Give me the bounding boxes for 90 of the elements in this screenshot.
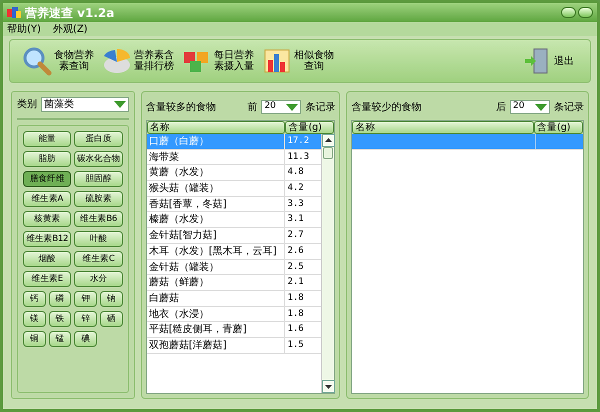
- nutrient-button[interactable]: 锌: [74, 311, 98, 327]
- table-cell: 蘑菇（鲜蘑）: [146, 275, 286, 290]
- scrollbar[interactable]: [321, 134, 334, 393]
- nutrient-button[interactable]: 膳食纤维: [23, 171, 72, 187]
- table-cell-text: 3.3: [286, 198, 305, 211]
- nutrient-button[interactable]: 锰: [48, 331, 72, 347]
- nutrient-button[interactable]: 碳水化合物: [74, 151, 123, 167]
- nutrient-button[interactable]: 维生素E: [23, 271, 72, 287]
- nutrient-button[interactable]: 叶酸: [74, 231, 123, 247]
- caret-icon: [114, 100, 126, 109]
- toolbar-button[interactable]: 相似食物查询: [262, 46, 334, 76]
- table-cell-text: 2.7: [286, 229, 305, 242]
- table-cell-text: 1.6: [286, 323, 305, 336]
- count-dropdown[interactable]: 20: [510, 100, 550, 114]
- pie-chart-icon: [102, 46, 132, 76]
- nutrient-button[interactable]: 铁: [48, 311, 72, 327]
- table-cell: 香菇[香蕈，冬菇]: [146, 196, 286, 212]
- nutrient-button[interactable]: 碘: [74, 331, 98, 347]
- nutrient-button[interactable]: 磷: [48, 291, 72, 307]
- nutrient-button[interactable]: 维生素C: [74, 251, 123, 267]
- toolbar-button[interactable]: 食物营养素查询: [22, 46, 94, 76]
- count-label: 前: [247, 100, 258, 114]
- table-cell: 木耳（水发）[黑木耳，云耳]: [146, 244, 286, 258]
- table-cell-text: 1.5: [286, 338, 305, 352]
- nutrient-button[interactable]: 硒: [100, 311, 123, 327]
- table-cell-text: 4.8: [286, 166, 305, 180]
- count-label: 条记录: [554, 100, 584, 114]
- table-cell: 白蘑菇: [146, 290, 286, 306]
- table-cell: 海带菜: [146, 150, 286, 164]
- table-cell: 平菇[糙皮侧耳，青蘑]: [146, 322, 286, 337]
- table-cell: 猴头菇（罐装）: [146, 181, 286, 196]
- category-dropdown[interactable]: 菌藻类: [41, 97, 129, 112]
- table-cell: 地衣（水浸）: [146, 306, 286, 322]
- count-label: 后: [496, 100, 506, 114]
- table-cell: 金针菇[智力菇]: [146, 228, 286, 243]
- exit-button[interactable]: 退出: [524, 47, 574, 75]
- column-header[interactable]: 名称: [146, 121, 286, 134]
- table-cell-text: 4.2: [286, 182, 305, 196]
- toolbar-button[interactable]: 营养素含量排行榜: [102, 46, 174, 76]
- table-cell-text: 2.6: [286, 244, 305, 258]
- count-dropdown[interactable]: 20: [261, 100, 302, 114]
- minimize-button[interactable]: [561, 7, 576, 18]
- nutrient-button[interactable]: 维生素B12: [23, 231, 72, 247]
- exit-door-icon: [524, 47, 550, 75]
- nutrient-button[interactable]: 胆固醇: [74, 171, 123, 187]
- nutrient-button[interactable]: 能量: [23, 131, 72, 147]
- app-icon: [7, 6, 21, 18]
- category-label: 类别: [17, 98, 37, 112]
- table-cell-text: 11.3: [286, 150, 310, 164]
- table-cell: 双孢蘑菇[洋蘑菇]: [146, 338, 286, 353]
- window-title: 营养速查 v1.2a: [25, 4, 114, 22]
- nutrient-button[interactable]: 维生素A: [23, 191, 72, 207]
- column-header[interactable]: 名称: [352, 121, 534, 134]
- scroll-up-icon[interactable]: [322, 134, 336, 147]
- nutrient-button[interactable]: 钾: [74, 291, 98, 307]
- menu-item[interactable]: 外观(Z): [52, 22, 88, 36]
- toolbar-button[interactable]: 每日营养素摄入量: [182, 46, 254, 76]
- magnifier-icon: [22, 46, 52, 76]
- table-cell-text: 2.5: [286, 260, 305, 274]
- count-label: 条记录: [305, 100, 336, 114]
- panel-title: 含量较多的食物: [146, 100, 216, 114]
- panel-title: 含量较少的食物: [351, 100, 422, 114]
- menu-item[interactable]: 帮助(Y): [7, 22, 41, 36]
- column-header[interactable]: 含量(g): [285, 121, 334, 134]
- nutrient-button[interactable]: 维生素B6: [74, 211, 123, 227]
- table-cell-text: 1.8: [286, 308, 305, 321]
- table-cell-text: 3.1: [286, 213, 305, 226]
- close-button[interactable]: [578, 7, 593, 18]
- table-cell-text: 17.2: [286, 135, 310, 148]
- nutrient-button[interactable]: 烟酸: [23, 251, 72, 267]
- table-cell-text: 2.1: [286, 276, 305, 290]
- caret-icon: [535, 102, 547, 112]
- nutrient-button[interactable]: 镁: [23, 311, 46, 327]
- nutrient-button[interactable]: 蛋白质: [74, 131, 123, 147]
- nutrient-button[interactable]: 核黄素: [23, 211, 72, 227]
- nutrient-button[interactable]: 脂肪: [23, 151, 72, 167]
- nutrient-button[interactable]: 铜: [23, 331, 46, 347]
- caret-icon: [286, 102, 298, 112]
- table-cell-text: 1.8: [286, 292, 305, 305]
- table-cell: 口蘑（白蘑）: [146, 134, 286, 149]
- table-cell: 金针菇（罐装）: [146, 260, 286, 274]
- nutrient-button[interactable]: 水分: [74, 271, 123, 287]
- scroll-down-icon[interactable]: [322, 380, 336, 393]
- table-cell: 黄蘑（水发）: [146, 165, 286, 180]
- nutrient-button[interactable]: 钠: [100, 291, 123, 307]
- nutrient-button[interactable]: 硫胺素: [74, 191, 123, 207]
- scroll-thumb[interactable]: [323, 147, 334, 159]
- table-cell: 榛蘑（水发）: [146, 212, 286, 228]
- column-header[interactable]: 含量(g): [534, 121, 583, 134]
- nutrient-button[interactable]: 钙: [23, 291, 46, 307]
